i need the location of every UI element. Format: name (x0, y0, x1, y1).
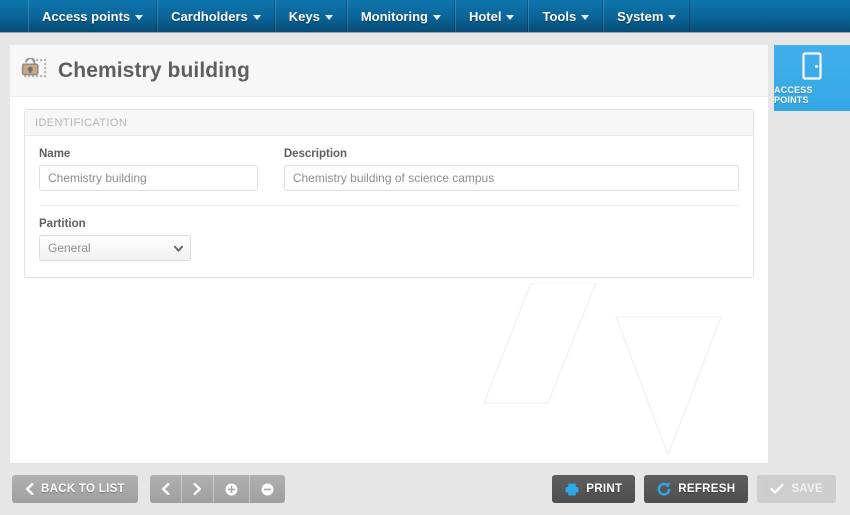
back-to-list-button[interactable]: BACK TO LIST (12, 475, 138, 503)
refresh-button[interactable]: REFRESH (644, 475, 749, 503)
save-button[interactable]: SAVE (757, 475, 836, 503)
field-group-name: Name (39, 148, 258, 191)
delete-record-button[interactable] (249, 475, 285, 503)
nav-left-spacer (0, 0, 28, 32)
bottom-toolbar: BACK TO LIST PRINT REFRESH SAVE (0, 463, 850, 515)
side-tab-access-points[interactable]: ACCESS POINTS (774, 45, 850, 111)
chevron-left-icon (25, 483, 34, 495)
save-label: SAVE (791, 483, 823, 495)
refresh-label: REFRESH (678, 483, 736, 495)
chevron-down-icon (432, 14, 441, 20)
name-label: Name (39, 148, 71, 160)
form-divider (39, 205, 739, 206)
main-navigation-bar: Access points Cardholders Keys Monitorin… (0, 0, 850, 33)
minus-circle-icon (261, 483, 274, 496)
chevron-down-icon (135, 14, 144, 20)
name-input[interactable] (39, 165, 258, 191)
page-header: Chemistry building (10, 45, 768, 97)
nav-item-system[interactable]: System (603, 0, 691, 32)
nav-item-label: Cardholders (171, 8, 248, 24)
nav-item-label: Monitoring (360, 8, 428, 24)
side-tab-label: ACCESS POINTS (774, 85, 813, 105)
nav-item-cardholders[interactable]: Cardholders (157, 0, 275, 32)
page-body: ACCESS POINTS Chemistry building IDENTIF… (0, 33, 850, 515)
page-title: Chemistry building (58, 58, 250, 82)
nav-item-keys[interactable]: Keys (274, 0, 347, 32)
form-row-identification: Name Description (39, 148, 739, 191)
description-label: Description (283, 148, 348, 160)
print-label: PRINT (586, 483, 623, 495)
panel-heading: IDENTIFICATION (25, 110, 753, 136)
partition-label: Partition (39, 218, 86, 230)
partition-selected-value: General (48, 241, 91, 255)
field-group-partition: Partition General (39, 218, 191, 261)
nav-item-label: Hotel (468, 8, 502, 24)
description-input[interactable] (283, 165, 739, 191)
refresh-icon (657, 482, 671, 496)
identification-panel: IDENTIFICATION Name Description Parti (24, 109, 754, 278)
add-record-button[interactable] (213, 475, 250, 503)
partition-select-wrapper: General (39, 235, 191, 261)
partition-select[interactable]: General (39, 235, 191, 261)
toolbar-right-group: PRINT REFRESH SAVE (552, 475, 836, 503)
print-button[interactable]: PRINT (552, 475, 636, 503)
next-record-button[interactable] (181, 475, 214, 503)
chevron-down-icon (252, 14, 261, 20)
chevron-left-icon (161, 483, 170, 495)
toolbar-left-group: BACK TO LIST (12, 475, 285, 503)
check-icon (770, 483, 784, 495)
form-row-partition: Partition General (39, 218, 739, 261)
nav-item-label: Keys (288, 8, 320, 24)
chevron-down-icon (324, 14, 333, 20)
nav-item-label: Tools (542, 8, 577, 24)
plus-circle-icon (225, 483, 238, 496)
printer-icon (565, 483, 579, 496)
panel-body: Name Description Partition Genera (25, 136, 753, 277)
chevron-down-icon (506, 14, 515, 20)
back-to-list-label: BACK TO LIST (41, 483, 125, 495)
padlock-selection-icon (20, 57, 48, 84)
nav-item-label: Access points (42, 8, 131, 24)
nav-item-access-points[interactable]: Access points (28, 0, 158, 32)
chevron-down-icon (581, 14, 590, 20)
previous-record-button[interactable] (149, 475, 182, 503)
content-area: Chemistry building IDENTIFICATION Name D… (10, 45, 768, 463)
chevron-right-icon (193, 483, 202, 495)
field-group-description: Description (283, 148, 739, 191)
nav-item-hotel[interactable]: Hotel (454, 0, 529, 32)
nav-item-tools[interactable]: Tools (528, 0, 604, 32)
record-navigation-group (149, 475, 285, 503)
chevron-down-icon (668, 14, 677, 20)
nav-item-label: System (617, 8, 664, 24)
watermark-logo (476, 283, 736, 463)
nav-item-monitoring[interactable]: Monitoring (346, 0, 455, 32)
door-icon (800, 51, 824, 81)
